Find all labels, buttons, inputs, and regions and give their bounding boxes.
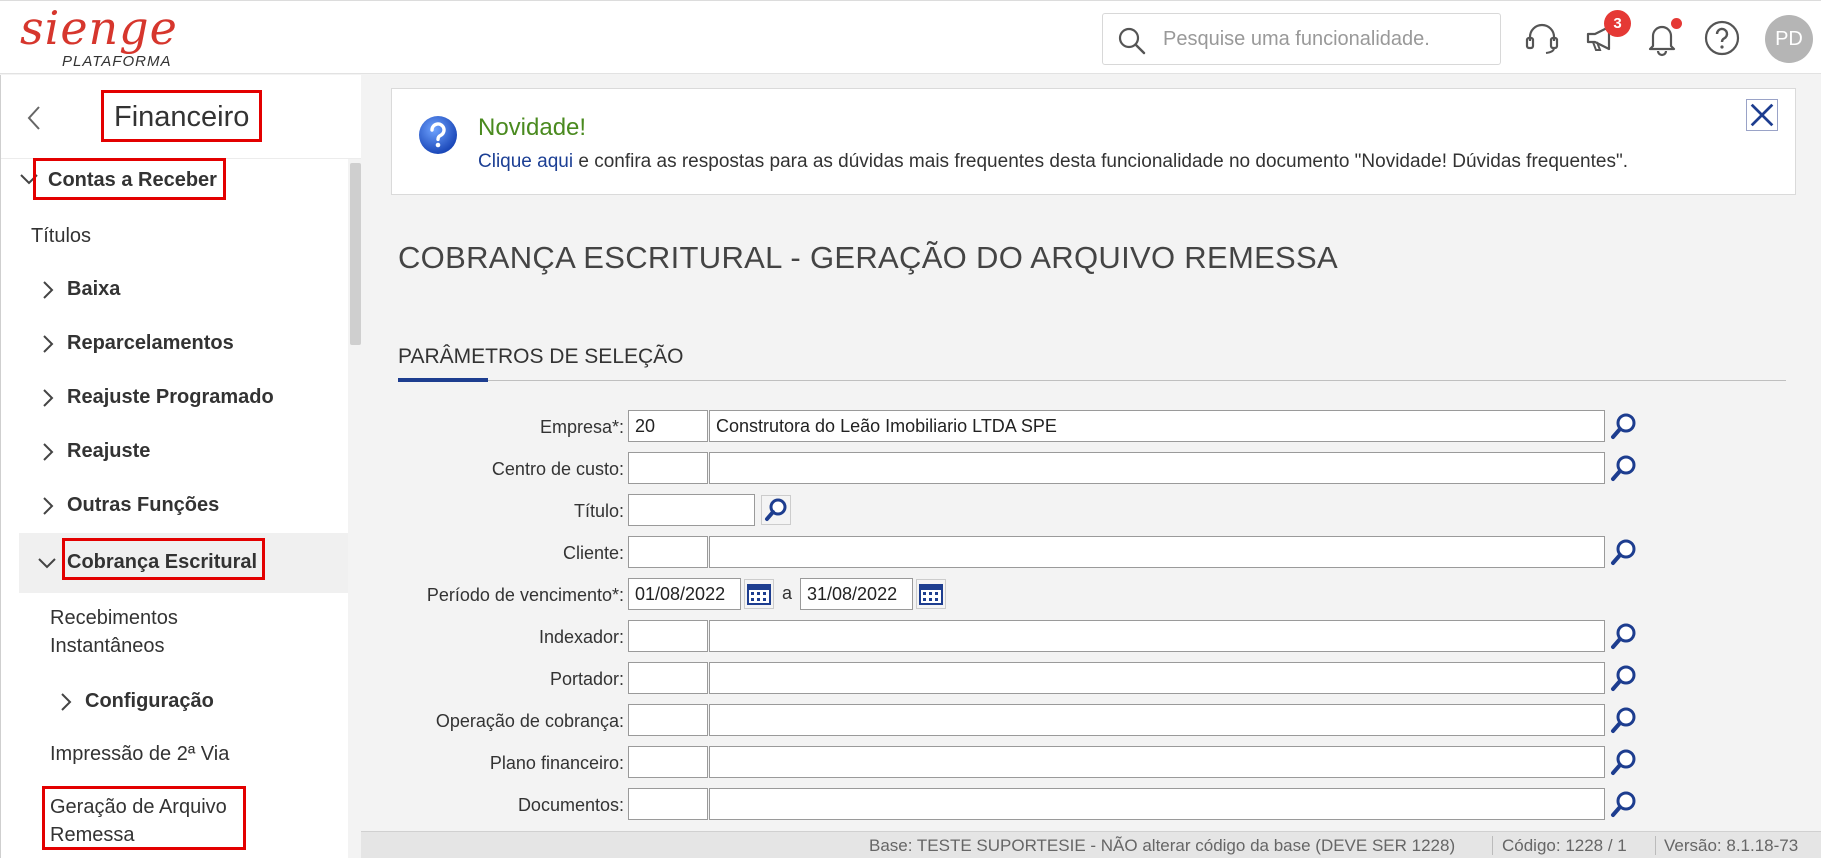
lookup-icon[interactable] [1609, 453, 1639, 483]
sidebar-item-recebimentos-instantaneos[interactable]: Recebimentos [50, 607, 178, 630]
periodo-label: Período de vencimento*: [426, 585, 624, 605]
plano-financeiro-label: Plano financeiro: [489, 753, 624, 773]
status-divider [1655, 836, 1656, 855]
bell-alert-dot [1671, 18, 1682, 29]
operacao-cobranca-name-field[interactable] [709, 704, 1605, 736]
empresa-label: Empresa*: [539, 417, 624, 437]
lookup-icon[interactable] [1609, 537, 1639, 567]
chevron-right-icon[interactable] [41, 280, 55, 300]
periodo-to-field[interactable]: 31/08/2022 [800, 578, 913, 610]
user-avatar[interactable]: PD [1765, 15, 1813, 63]
documentos-code-field[interactable] [628, 788, 708, 820]
titulo-field[interactable] [628, 494, 755, 526]
lookup-icon[interactable] [1609, 621, 1639, 651]
centro-custo-name-field[interactable] [709, 452, 1605, 484]
banner-link[interactable]: Clique aqui [478, 151, 573, 172]
status-codigo: Código: 1228 / 1 [1502, 836, 1627, 855]
lookup-icon[interactable] [1609, 411, 1639, 441]
plano-financeiro-code-field[interactable] [628, 746, 708, 778]
documentos-label: Documentos: [517, 795, 624, 815]
status-base: Base: TESTE SUPORTESIE - NÃO alterar cód… [869, 836, 1456, 855]
top-header: sienge PLATAFORMA 3 PD [0, 0, 1821, 74]
chevron-left-icon[interactable] [23, 103, 45, 133]
chevron-right-icon[interactable] [41, 442, 55, 462]
chevron-right-icon[interactable] [41, 388, 55, 408]
documentos-name-field[interactable] [709, 788, 1605, 820]
banner-message: e confira as respostas para as dúvidas m… [573, 151, 1628, 172]
sidebar-item-baixa[interactable]: Baixa [67, 278, 120, 301]
empresa-code-field[interactable]: 20 [628, 410, 708, 442]
sienge-logo[interactable]: sienge PLATAFORMA [20, 5, 180, 71]
search-box[interactable] [1102, 13, 1501, 65]
cliente-label: Cliente: [562, 543, 624, 563]
operacao-cobranca-label: Operação de cobrança: [435, 711, 624, 731]
periodo-from-field[interactable]: 01/08/2022 [628, 578, 741, 610]
centro-custo-label: Centro de custo: [491, 459, 624, 479]
sidebar-scrollbar-thumb[interactable] [350, 163, 361, 345]
indexador-label: Indexador: [538, 627, 624, 647]
highlight-box [33, 158, 226, 200]
indexador-name-field[interactable] [709, 620, 1605, 652]
section-divider [398, 380, 1786, 381]
empresa-name-field[interactable]: Construtora do Leão Imobiliario LTDA SPE [709, 410, 1605, 442]
portador-name-field[interactable] [709, 662, 1605, 694]
chevron-down-icon[interactable] [37, 556, 57, 570]
sidebar-item-impressao-2-via[interactable]: Impressão de 2ª Via [50, 743, 229, 766]
notifications-count-badge: 3 [1604, 10, 1631, 37]
cliente-code-field[interactable] [628, 536, 708, 568]
sidebar: Financeiro Contas a Receber Títulos Baix… [0, 75, 361, 858]
sidebar-item-reajuste[interactable]: Reajuste [67, 440, 150, 463]
status-bar: Base: TESTE SUPORTESIE - NÃO alterar cód… [361, 831, 1821, 858]
titulo-label: Título: [573, 501, 624, 521]
sidebar-item-reajuste-programado[interactable]: Reajuste Programado [67, 386, 274, 409]
sidebar-item-outras-funcoes[interactable]: Outras Funções [67, 494, 219, 517]
plano-financeiro-name-field[interactable] [709, 746, 1605, 778]
lookup-icon[interactable] [1609, 747, 1639, 777]
highlight-box [42, 786, 246, 850]
chevron-right-icon[interactable] [59, 692, 73, 712]
periodo-separator: a [782, 583, 793, 603]
portador-code-field[interactable] [628, 662, 708, 694]
portador-label: Portador: [549, 669, 624, 689]
centro-custo-code-field[interactable] [628, 452, 708, 484]
lookup-icon[interactable] [1609, 789, 1639, 819]
sidebar-item-recebimentos-instantaneos-2[interactable]: Instantâneos [50, 635, 165, 658]
sidebar-item-titulos[interactable]: Títulos [31, 225, 91, 248]
search-icon [1118, 27, 1146, 55]
sidebar-header: Financeiro [1, 75, 361, 159]
main-content: Novidade! Clique aqui e confira as respo… [361, 75, 1821, 858]
section-title: PARÂMETROS DE SELEÇÃO [398, 345, 684, 368]
logo-sub-text: PLATAFORMA [62, 53, 172, 70]
chevron-right-icon[interactable] [41, 334, 55, 354]
question-icon [419, 116, 457, 154]
lookup-icon[interactable] [1609, 663, 1639, 693]
status-divider [1492, 836, 1493, 855]
status-versao: Versão: 8.1.18-73 [1664, 836, 1799, 855]
banner-title: Novidade! [478, 114, 587, 141]
page-title: COBRANÇA ESCRITURAL - GERAÇÃO DO ARQUIVO… [398, 240, 1338, 275]
cliente-name-field[interactable] [709, 536, 1605, 568]
calendar-icon[interactable] [916, 579, 946, 609]
calendar-icon[interactable] [744, 579, 774, 609]
sidebar-item-configuracao[interactable]: Configuração [85, 690, 214, 713]
novidade-banner: Novidade! Clique aqui e confira as respo… [391, 88, 1796, 195]
logo-main-text: sienge [20, 1, 178, 55]
search-input[interactable] [1163, 14, 1493, 64]
sidebar-item-reparcelamentos[interactable]: Reparcelamentos [67, 332, 234, 355]
close-icon[interactable] [1746, 99, 1778, 131]
help-icon[interactable] [1703, 19, 1741, 57]
lookup-icon[interactable] [761, 495, 791, 525]
chevron-right-icon[interactable] [41, 496, 55, 516]
section-underline [398, 378, 488, 382]
indexador-code-field[interactable] [628, 620, 708, 652]
operacao-cobranca-code-field[interactable] [628, 704, 708, 736]
highlight-box [62, 538, 265, 580]
banner-text: Clique aqui e confira as respostas para … [478, 151, 1628, 173]
lookup-icon[interactable] [1609, 705, 1639, 735]
sidebar-title: Financeiro [101, 90, 263, 142]
headset-icon[interactable] [1523, 19, 1561, 57]
